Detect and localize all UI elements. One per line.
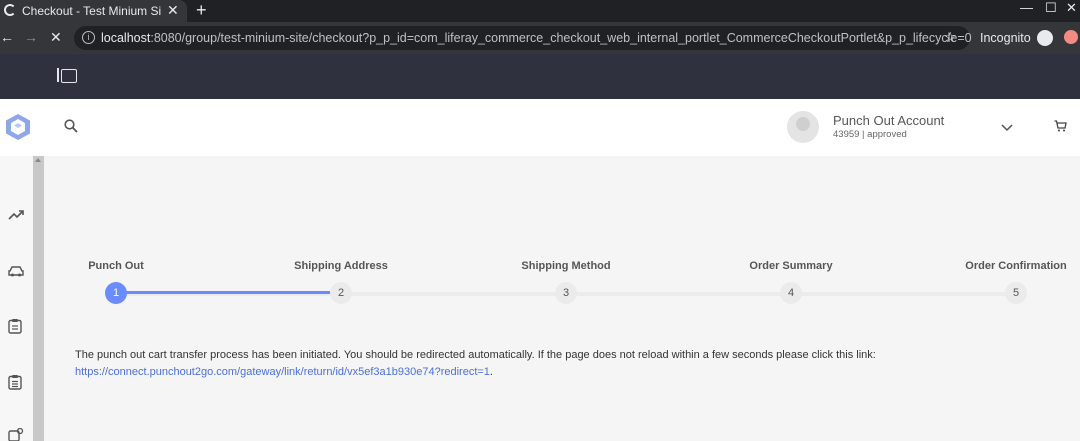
- step-indicator-5: 5: [1005, 282, 1027, 304]
- extension-icon[interactable]: [1064, 30, 1078, 44]
- site-header: Punch Out Account 43959 | approved: [0, 99, 1080, 156]
- chevron-down-icon[interactable]: [1001, 119, 1013, 137]
- maximize-icon[interactable]: ☐: [1045, 0, 1057, 16]
- stop-loading-icon[interactable]: ✕: [50, 29, 62, 46]
- account-name[interactable]: Punch Out Account: [833, 113, 944, 128]
- search-icon[interactable]: [64, 119, 78, 138]
- step-label-order-confirmation: Order Confirmation: [965, 260, 1067, 272]
- browser-tab-bar: Checkout - Test Minium Si ✕ + — ☐ ✕: [0, 0, 1080, 22]
- incognito-icon[interactable]: [1037, 30, 1053, 46]
- cart-icon[interactable]: [1054, 119, 1067, 137]
- close-tab-icon[interactable]: ✕: [167, 2, 179, 19]
- url-text[interactable]: localhost:8080/group/test-minium-site/ch…: [101, 31, 972, 45]
- punchout-message: The punch out cart transfer process has …: [75, 347, 1075, 381]
- forward-icon[interactable]: →: [24, 29, 38, 45]
- browser-tab[interactable]: Checkout - Test Minium Si ✕: [0, 0, 187, 22]
- clipboard-list-icon[interactable]: [8, 374, 22, 395]
- car-icon[interactable]: [8, 264, 24, 282]
- incognito-label: Incognito: [980, 31, 1031, 45]
- scrollbar[interactable]: [33, 156, 44, 441]
- tab-title: Checkout - Test Minium Si: [22, 4, 162, 18]
- close-window-icon[interactable]: ✕: [1066, 0, 1077, 16]
- address-bar[interactable]: i localhost:8080/group/test-minium-site/…: [74, 26, 972, 50]
- scroll-up-icon[interactable]: [35, 158, 41, 162]
- new-tab-button[interactable]: +: [196, 0, 207, 21]
- message-suffix: .: [489, 366, 493, 378]
- account-status: 43959 | approved: [833, 129, 907, 140]
- step-indicator-2: 2: [330, 282, 352, 304]
- site-info-icon[interactable]: i: [82, 31, 95, 44]
- site-logo[interactable]: [5, 113, 31, 146]
- step-indicator-4: 4: [780, 282, 802, 304]
- account-settings-icon[interactable]: [8, 427, 24, 441]
- product-menu-toggle-icon[interactable]: [57, 68, 77, 83]
- checkout-main: Punch Out Shipping Address Shipping Meth…: [44, 156, 1080, 441]
- step-indicator-3: 3: [555, 282, 577, 304]
- clipboard-icon[interactable]: [8, 318, 22, 339]
- minimize-icon[interactable]: —: [1020, 0, 1033, 15]
- step-indicator-1: 1: [105, 282, 127, 304]
- control-bar: [0, 54, 1080, 99]
- step-label-shipping-method: Shipping Method: [521, 260, 611, 272]
- step-label-shipping-address: Shipping Address: [294, 260, 388, 272]
- punchout-message-text: The punch out cart transfer process has …: [75, 349, 876, 361]
- progress-fill: [116, 291, 341, 294]
- punchout-return-link[interactable]: https://connect.punchout2go.com/gateway/…: [75, 366, 490, 378]
- trend-icon[interactable]: [8, 208, 24, 226]
- loading-spinner-icon: [4, 4, 16, 16]
- account-avatar[interactable]: [787, 111, 819, 143]
- step-label-punch-out: Punch Out: [88, 260, 144, 272]
- bookmark-star-icon[interactable]: ☆: [944, 29, 957, 46]
- back-icon[interactable]: ←: [0, 29, 14, 45]
- step-label-order-summary: Order Summary: [749, 260, 833, 272]
- browser-toolbar: ← → ✕ i localhost:8080/group/test-minium…: [0, 22, 1080, 54]
